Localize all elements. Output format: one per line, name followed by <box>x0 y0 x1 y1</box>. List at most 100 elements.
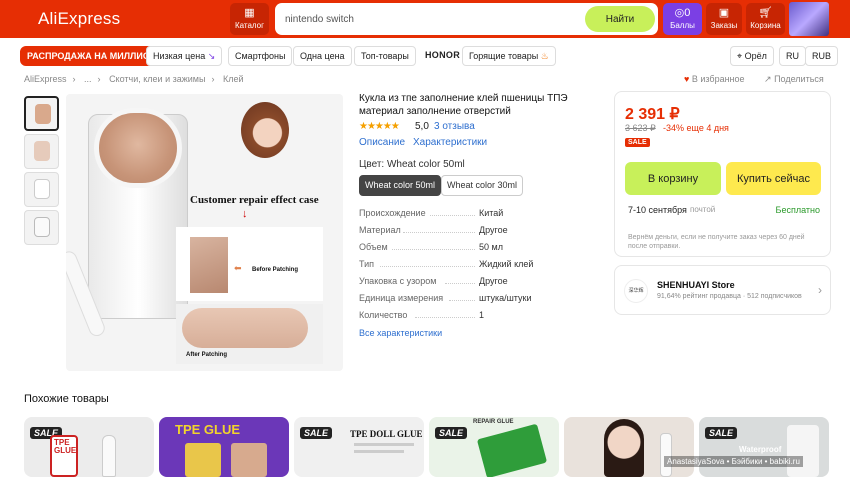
sale-badge: SALE <box>435 427 468 439</box>
catalog-button[interactable]: ▦ Каталог <box>230 3 269 35</box>
share-button[interactable]: ↗ Поделиться <box>764 74 824 85</box>
chevron-right-icon: › <box>818 283 822 297</box>
points-button[interactable]: ◎0 Баллы <box>663 3 702 35</box>
delivery-date: 7-10 сентября <box>628 205 687 215</box>
top-header: AliExpress ▦ Каталог Найти ◎0 Баллы ▣ За… <box>0 0 850 38</box>
search-bar: Найти <box>275 3 658 35</box>
similar-card[interactable] <box>564 417 694 477</box>
favorite-button[interactable]: ♥ В избранное <box>684 74 745 84</box>
breadcrumb-item[interactable]: Скотчи, клеи и зажимы <box>109 74 205 84</box>
spec-value: Жидкий клей <box>479 259 534 269</box>
catalog-label: Каталог <box>234 21 265 30</box>
nav-link-one-price[interactable]: Одна цена <box>293 46 352 66</box>
watermark: AnastasiyaSova • Бэйбики • babiki.ru <box>664 456 803 467</box>
tab-specs[interactable]: Характеристики <box>413 137 487 148</box>
sale-link[interactable]: РАСПРОДАЖА НА МИЛЛИОН <box>20 46 164 66</box>
breadcrumb-item[interactable]: Клей <box>223 74 244 84</box>
user-avatar[interactable] <box>789 2 829 36</box>
arrow-left-icon: ⬅ <box>234 263 242 273</box>
similar-card[interactable]: TPE GLUE <box>159 417 289 477</box>
bottle-open-top <box>94 108 182 188</box>
store-logo: 深华辉 <box>624 279 648 303</box>
product-title: Кукла из тпе заполнение клей пшеницы ТПЭ… <box>359 93 568 117</box>
city-selector[interactable]: ⌖ Орёл <box>730 46 774 66</box>
before-image: ⬅ Before Patching <box>176 227 323 301</box>
similar-card[interactable]: SALE TPE DOLL GLUE <box>294 417 424 477</box>
currency-selector[interactable]: RUB <box>805 46 839 66</box>
similar-heading: Похожие товары <box>24 393 109 405</box>
search-button[interactable]: Найти <box>585 6 655 32</box>
fire-icon: ♨ <box>538 51 549 61</box>
variant-option[interactable]: Wheat color 30ml <box>441 175 524 196</box>
after-label: After Patching <box>186 352 228 358</box>
breadcrumb-item[interactable]: AliExpress <box>24 74 67 84</box>
add-to-cart-button[interactable]: В корзину <box>625 162 721 195</box>
variant-option-selected[interactable]: Wheat color 50ml <box>359 175 442 196</box>
aliexpress-logo[interactable]: AliExpress <box>38 9 120 29</box>
nav-link-low-price[interactable]: Низкая цена ↘ <box>146 46 223 66</box>
search-input[interactable] <box>285 3 575 35</box>
box-icon: ▣ <box>718 7 730 19</box>
card-text: TPE DOLL GLUE <box>350 429 423 439</box>
doll-face-image <box>241 102 289 158</box>
card-text: REPAIR GLUE <box>473 419 514 425</box>
current-price: 2 391 ₽ <box>625 106 680 123</box>
similar-card[interactable]: SALE Waterproof <box>699 417 829 477</box>
language-selector[interactable]: RU <box>779 46 806 66</box>
grid-icon: ▦ <box>244 7 255 19</box>
nav-link-honor[interactable]: HONOR <box>419 46 466 66</box>
arrow-down-icon: ↓ <box>242 208 248 220</box>
sale-badge: SALE <box>300 427 333 439</box>
breadcrumb-item[interactable]: ... <box>84 74 92 84</box>
heart-icon: ♥ <box>684 74 690 84</box>
spec-value: 1 <box>479 310 485 320</box>
orders-label: Заказы <box>710 21 738 30</box>
delivery-price: Бесплатно <box>775 205 820 215</box>
reviews-link[interactable]: 3 отзыва <box>434 121 475 132</box>
promo-nav: РАСПРОДАЖА НА МИЛЛИОН Низкая цена ↘ Смар… <box>0 44 850 68</box>
chevron-right-icon: › <box>72 74 76 84</box>
cart-icon: 🛒︎ <box>758 7 773 19</box>
spec-value: Китай <box>479 208 504 218</box>
nav-link-top[interactable]: Топ-товары <box>354 46 416 66</box>
cart-button[interactable]: 🛒︎ Корзина <box>746 3 785 35</box>
chevron-right-icon: › <box>97 74 101 84</box>
spec-value: 50 мл <box>479 242 503 252</box>
thumbnail[interactable] <box>24 134 59 169</box>
after-photo <box>182 308 308 348</box>
color-label: Цвет: Wheat color 50ml <box>359 159 465 170</box>
tab-description[interactable]: Описание <box>359 137 405 148</box>
all-specs-link[interactable]: Все характеристики <box>359 328 442 338</box>
nav-link-smartphones[interactable]: Смартфоны <box>228 46 293 66</box>
old-price: 3 623 ₽ <box>625 123 656 133</box>
similar-card[interactable]: SALE TPE GLUE <box>24 417 154 477</box>
buy-box: 2 391 ₽ 3 623 ₽ -34% еще 4 дня SALE В ко… <box>614 91 831 257</box>
share-icon: ↗ <box>764 74 772 84</box>
before-photo <box>190 237 228 293</box>
before-label: Before Patching <box>252 267 299 273</box>
spec-key: Единица измерения <box>359 293 444 303</box>
delivery-method: почтой <box>690 205 716 214</box>
card-text: Waterproof <box>739 445 782 454</box>
guarantee-text: Вернём деньги, если не получите заказ че… <box>628 234 805 250</box>
spec-value: Другое <box>479 225 508 235</box>
spec-key: Объем <box>359 242 388 252</box>
nav-link-hot[interactable]: Горящие товары ♨ <box>462 46 556 66</box>
after-image: After Patching <box>176 304 323 364</box>
breadcrumb: AliExpress › ... › Скотчи, клеи и зажимы › … <box>24 74 249 84</box>
thumbnail[interactable] <box>24 96 59 131</box>
spec-key: Происхождение <box>359 208 426 218</box>
buy-now-button[interactable]: Купить сейчас <box>726 162 821 195</box>
thumbnail[interactable] <box>24 172 59 207</box>
card-text: TPE GLUE <box>175 422 241 437</box>
orders-button[interactable]: ▣ Заказы <box>706 3 742 35</box>
spec-key: Упаковка с узором <box>359 276 437 286</box>
store-card[interactable]: 深华辉 SHENHUAYI Store 91,64% рейтинг прода… <box>614 265 831 315</box>
cart-label: Корзина <box>750 21 781 30</box>
spec-key: Тип <box>359 259 375 269</box>
thumbnail[interactable] <box>24 210 59 245</box>
spec-value: Другое <box>479 276 508 286</box>
spec-key: Количество <box>359 310 408 320</box>
similar-card[interactable]: SALE REPAIR GLUE <box>429 417 559 477</box>
product-main-image[interactable]: Customer repair effect case ↓ ⬅ Before P… <box>66 94 343 371</box>
